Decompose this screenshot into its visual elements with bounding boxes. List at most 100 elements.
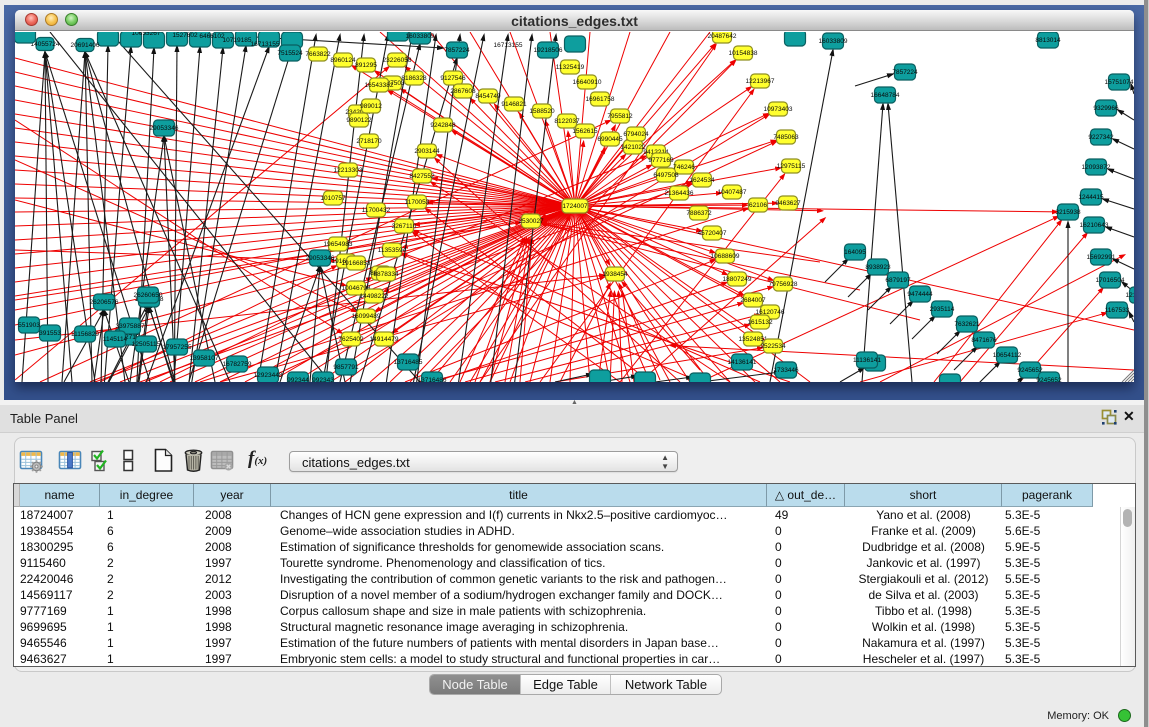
- svg-text:9242848: 9242848: [430, 122, 456, 129]
- svg-text:9146821: 9146821: [501, 101, 527, 108]
- svg-text:14136141: 14136141: [728, 359, 757, 366]
- svg-text:8122037: 8122037: [554, 118, 580, 125]
- svg-text:14914479: 14914479: [370, 336, 399, 343]
- svg-text:7485063: 7485063: [773, 134, 799, 141]
- svg-text:13958107: 13958107: [190, 355, 219, 362]
- svg-text:7857224: 7857224: [444, 47, 470, 54]
- svg-text:9474444: 9474444: [907, 291, 933, 298]
- svg-text:19654983: 19654983: [324, 241, 353, 248]
- svg-text:1010757: 1010757: [320, 195, 346, 202]
- svg-text:1588520: 1588520: [529, 108, 555, 115]
- svg-text:7625402: 7625402: [338, 336, 364, 343]
- svg-text:16713155: 16713155: [494, 42, 523, 49]
- svg-text:2684007: 2684007: [740, 297, 766, 304]
- svg-text:12213303: 12213303: [334, 167, 363, 174]
- svg-text:2522534: 2522534: [760, 343, 786, 350]
- svg-text:19218506: 19218506: [534, 47, 563, 54]
- svg-text:29053346: 29053346: [306, 255, 335, 262]
- svg-text:33975887: 33975887: [116, 323, 145, 330]
- svg-text:9127546: 9127546: [440, 75, 466, 82]
- svg-text:1170053: 1170053: [405, 199, 430, 206]
- svg-text:6497508: 6497508: [653, 172, 679, 179]
- svg-text:6466102: 6466102: [199, 33, 225, 40]
- svg-text:23226058: 23226058: [383, 57, 412, 64]
- svg-text:7663822: 7663822: [305, 51, 331, 58]
- svg-text:16961758: 16961758: [586, 96, 615, 103]
- svg-text:13716485: 13716485: [394, 359, 423, 366]
- svg-text:1527602: 1527602: [172, 32, 198, 39]
- svg-text:7886372: 7886372: [686, 210, 712, 217]
- svg-text:1167533: 1167533: [1105, 307, 1130, 314]
- svg-text:2867608: 2867608: [450, 88, 476, 95]
- svg-text:10407487: 10407487: [718, 189, 747, 196]
- svg-text:10654112: 10654112: [993, 352, 1022, 359]
- svg-text:9890122: 9890122: [346, 117, 372, 124]
- svg-text:1562615: 1562615: [572, 128, 598, 135]
- svg-text:10688609: 10688609: [711, 253, 740, 260]
- svg-text:26206576: 26206576: [90, 299, 119, 306]
- svg-text:21364436: 21364436: [665, 190, 694, 197]
- svg-text:12975115: 12975115: [777, 163, 806, 170]
- svg-text:62106: 62106: [749, 202, 767, 209]
- svg-text:16640910: 16640910: [573, 79, 602, 86]
- svg-text:8960124: 8960124: [330, 57, 356, 64]
- svg-text:6990445: 6990445: [597, 136, 623, 143]
- svg-text:1733446: 1733446: [773, 367, 799, 374]
- svg-text:79756928: 79756928: [769, 281, 798, 288]
- svg-text:10653267: 10653267: [132, 32, 161, 37]
- svg-text:16033809: 16033809: [406, 33, 435, 40]
- svg-text:20691406: 20691406: [71, 42, 100, 49]
- svg-text:164095: 164095: [844, 249, 866, 256]
- svg-text:3215938: 3215938: [1055, 209, 1081, 216]
- svg-text:8454749: 8454749: [475, 93, 501, 100]
- svg-text:12505115: 12505115: [132, 341, 161, 348]
- svg-text:6794024: 6794024: [623, 131, 649, 138]
- svg-text:11353594: 11353594: [378, 247, 407, 254]
- svg-text:12093872: 12093872: [1082, 164, 1111, 171]
- svg-text:9329966: 9329966: [1093, 105, 1119, 112]
- svg-text:26260650: 26260650: [134, 292, 163, 299]
- svg-text:8427552: 8427552: [409, 173, 435, 180]
- svg-text:9463627: 9463627: [775, 200, 801, 207]
- svg-text:11156829: 11156829: [71, 331, 99, 338]
- svg-text:746246: 746246: [673, 164, 695, 171]
- svg-text:17016504: 17016504: [1096, 277, 1125, 284]
- svg-text:9777169: 9777169: [648, 157, 674, 164]
- svg-text:11136141: 11136141: [853, 357, 881, 364]
- svg-text:1938454: 1938454: [602, 271, 628, 278]
- svg-text:992343: 992343: [312, 377, 334, 382]
- svg-text:12923448: 12923448: [254, 372, 283, 379]
- svg-text:7515524: 7515524: [277, 50, 303, 57]
- svg-text:16713155: 16713155: [251, 41, 280, 48]
- svg-text:17957255: 17957255: [163, 344, 192, 351]
- svg-text:16033809: 16033809: [819, 38, 848, 45]
- svg-text:9227342: 9227342: [1088, 134, 1114, 141]
- svg-text:9857791: 9857791: [333, 364, 359, 371]
- svg-text:11325419: 11325419: [556, 64, 585, 71]
- svg-text:16210643: 16210643: [1080, 222, 1109, 229]
- svg-text:2718170: 2718170: [356, 138, 382, 145]
- svg-text:9245652: 9245652: [1036, 377, 1062, 382]
- svg-text:14498222: 14498222: [360, 293, 389, 300]
- svg-text:18807249: 18807249: [723, 276, 752, 283]
- svg-text:2935114: 2935114: [930, 306, 955, 313]
- svg-text:8938923: 8938923: [865, 264, 891, 271]
- svg-text:989012: 989012: [360, 103, 382, 110]
- svg-text:11700432: 11700432: [362, 207, 391, 214]
- svg-text:7955812: 7955812: [607, 113, 633, 120]
- svg-text:1724007: 1724007: [562, 203, 588, 210]
- svg-text:2530027: 2530027: [518, 218, 544, 225]
- svg-text:391553: 391553: [39, 330, 61, 337]
- svg-text:1421022: 1421022: [620, 144, 646, 151]
- svg-text:15692991: 15692991: [1087, 254, 1116, 261]
- svg-text:7857224: 7857224: [892, 69, 918, 76]
- svg-text:20487642: 20487642: [708, 33, 737, 40]
- svg-text:12213967: 12213967: [746, 78, 775, 85]
- svg-text:29053346: 29053346: [150, 125, 179, 132]
- svg-text:8186328: 8186328: [401, 75, 427, 82]
- svg-text:16543382: 16543382: [365, 82, 394, 89]
- svg-text:15751074: 15751074: [1105, 79, 1134, 86]
- svg-text:10154838: 10154838: [729, 50, 758, 57]
- svg-text:12103459: 12103459: [1126, 292, 1134, 299]
- svg-text:3267110: 3267110: [392, 223, 417, 230]
